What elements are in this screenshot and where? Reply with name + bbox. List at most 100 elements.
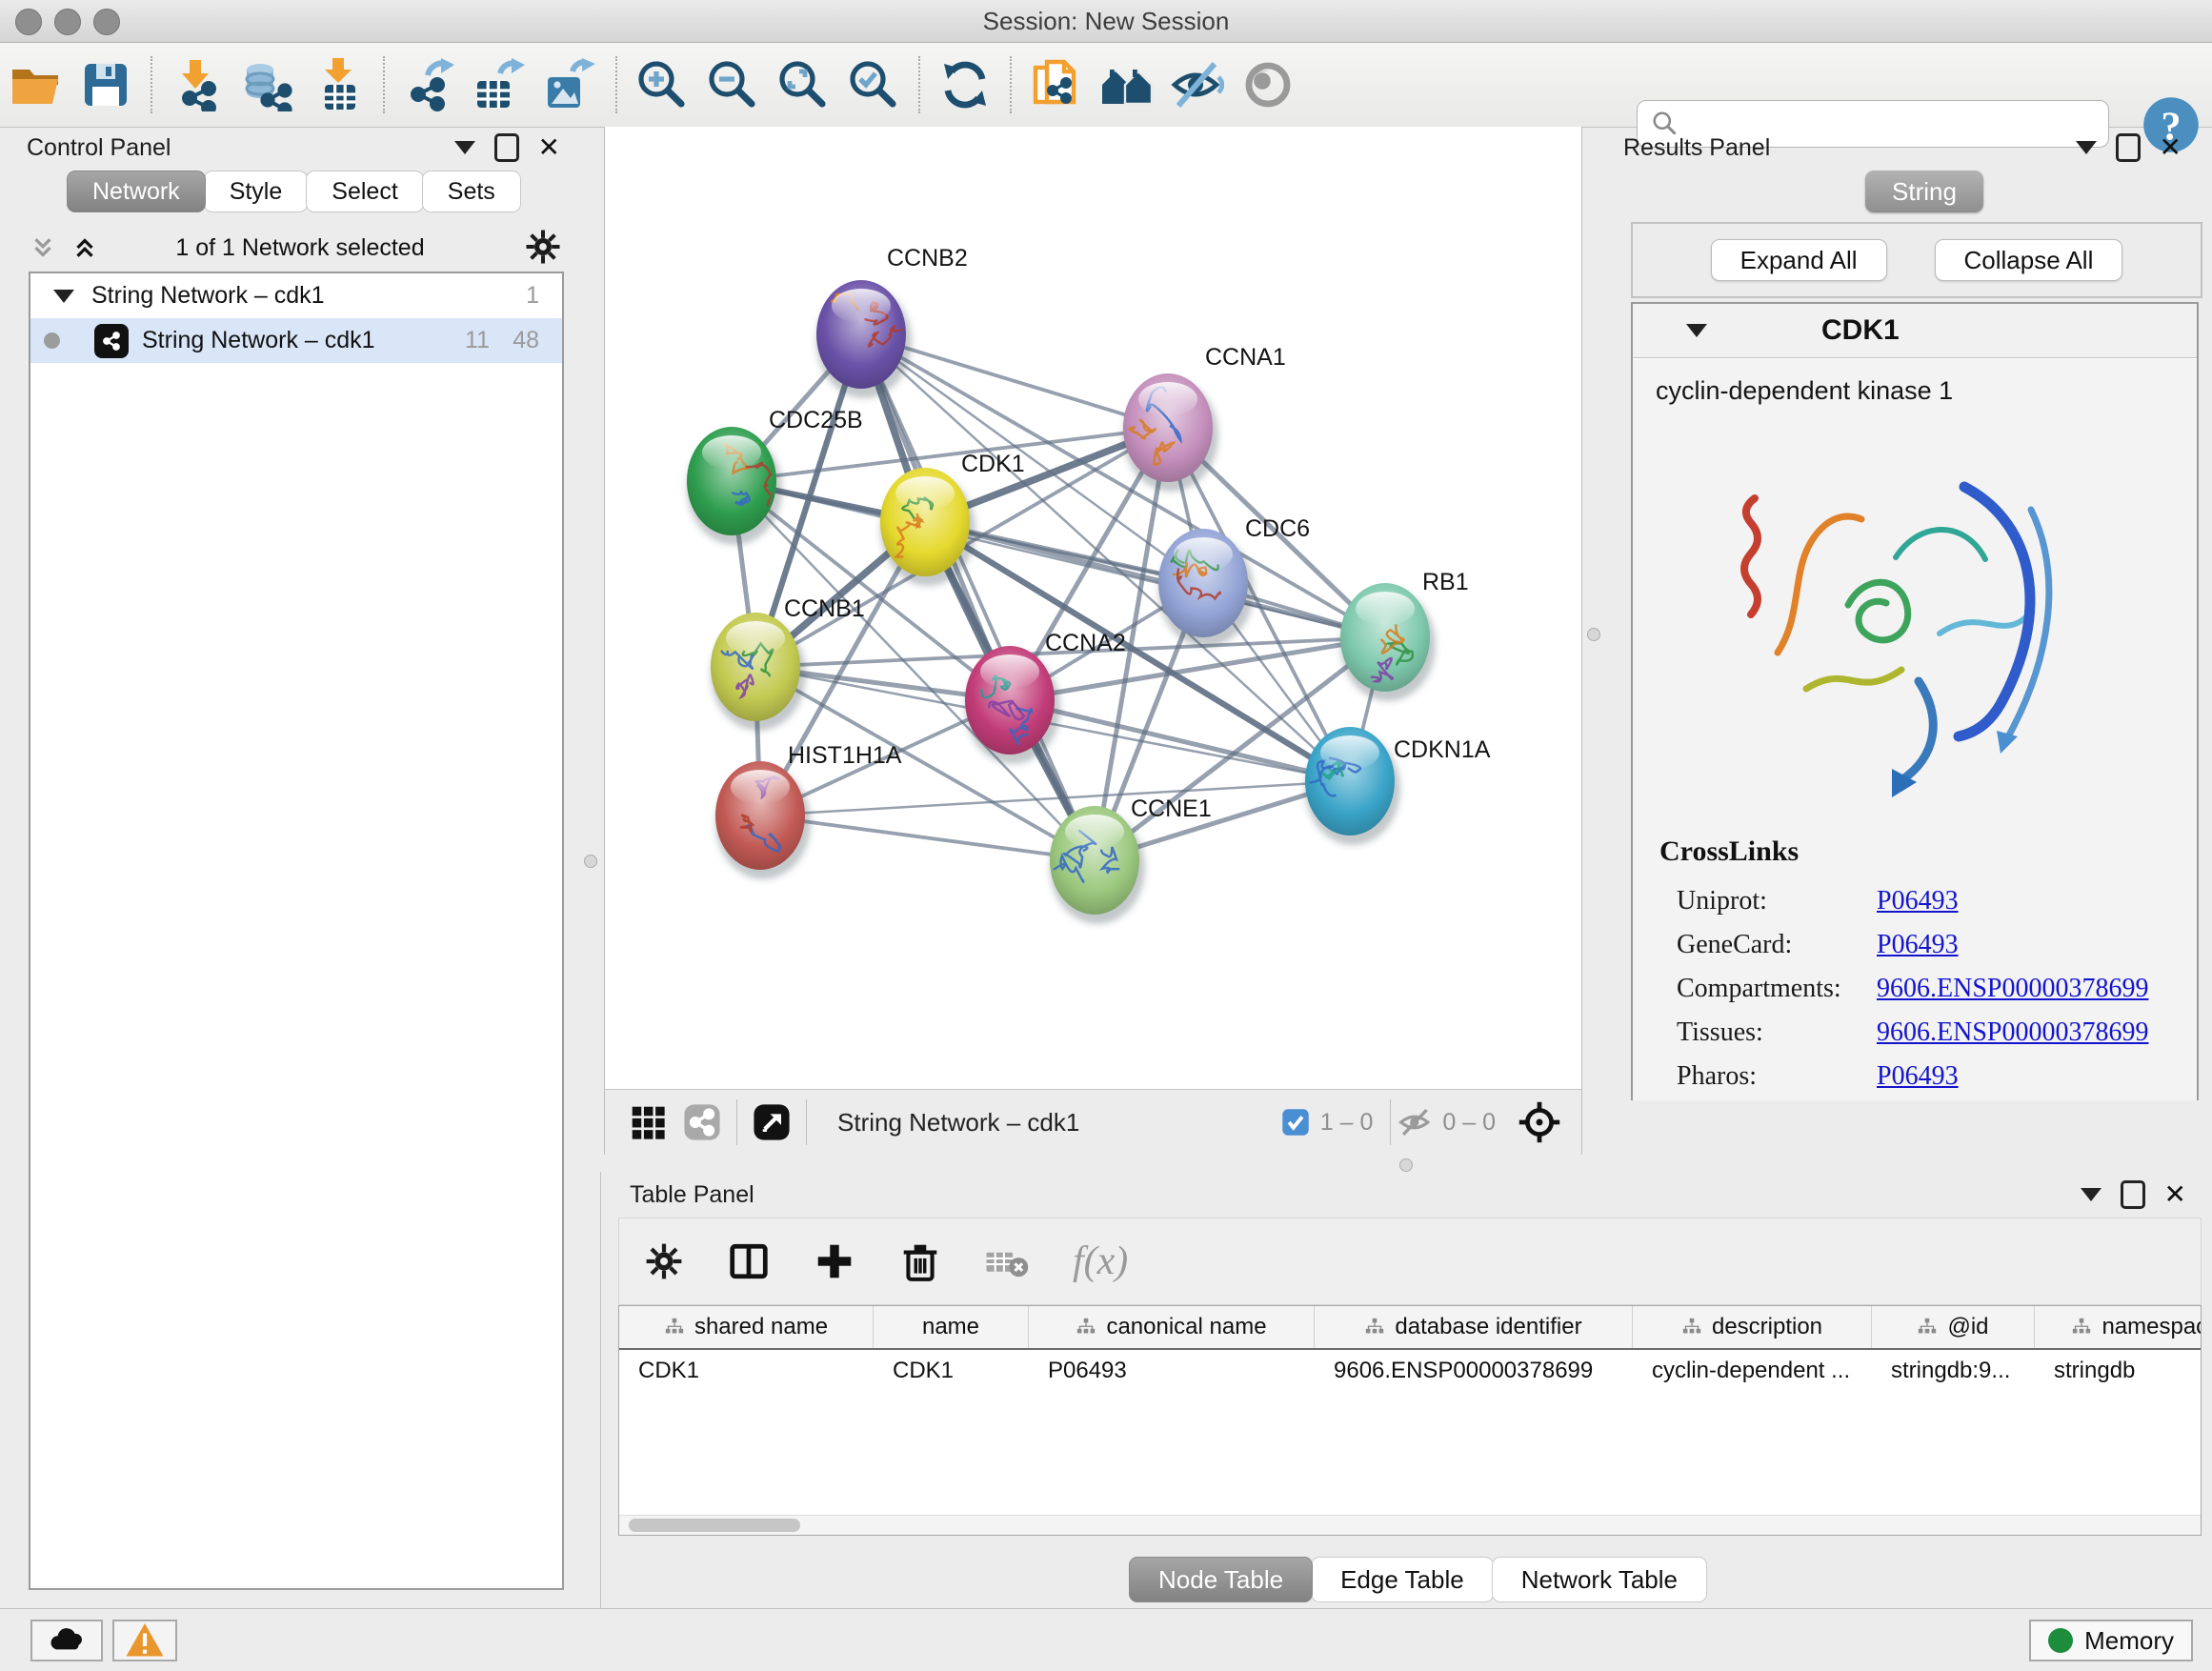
table-cell[interactable]: 9606.ENSP00000378699 (1315, 1350, 1633, 1392)
table-cell[interactable]: CDK1 (619, 1350, 874, 1392)
node-section-header[interactable]: CDK1 (1633, 304, 2197, 358)
column-header-name[interactable]: name (874, 1306, 1029, 1348)
network-node-CDKN1A[interactable]: CDKN1A (1305, 727, 1491, 845)
show-columns-icon[interactable] (728, 1240, 770, 1282)
column-header-@id[interactable]: @id (1872, 1306, 2035, 1348)
tab-sets[interactable]: Sets (422, 171, 521, 212)
tab-network[interactable]: Network (67, 171, 206, 212)
table-settings-gear-icon[interactable] (644, 1241, 684, 1281)
network-node-CCNA1[interactable]: CCNA1 (1123, 344, 1286, 492)
add-column-icon[interactable] (814, 1240, 855, 1282)
table-row[interactable]: CDK1CDK1P064939606.ENSP00000378699cyclin… (619, 1350, 2202, 1392)
first-neighbors-icon[interactable] (1092, 51, 1162, 118)
close-panel-icon[interactable]: ✕ (2160, 134, 2182, 161)
expand-all-button[interactable]: Expand All (1711, 239, 1887, 281)
network-edge (861, 334, 1095, 860)
panel-menu-icon[interactable] (2076, 141, 2097, 154)
crosslinks-list: Uniprot:P06493GeneCard:P06493Compartment… (1677, 879, 2172, 1098)
protein-structure-image (1715, 433, 2096, 815)
hide-selected-icon[interactable] (1162, 51, 1233, 118)
scrollbar-thumb[interactable] (629, 1519, 800, 1532)
table-cell[interactable]: cyclin-dependent ... (1633, 1350, 1872, 1392)
tab-edge-table[interactable]: Edge Table (1311, 1557, 1494, 1602)
crosslink-link[interactable]: 9606.ENSP00000378699 (1877, 974, 2148, 1004)
cloud-status-button[interactable] (30, 1620, 103, 1661)
show-all-icon[interactable] (1233, 51, 1303, 118)
column-header-label: description (1712, 1314, 1822, 1340)
column-header-description[interactable]: description (1633, 1306, 1872, 1348)
panel-menu-icon[interactable] (454, 141, 475, 154)
memory-label: Memory (2084, 1626, 2174, 1656)
close-panel-icon[interactable]: ✕ (2164, 1181, 2186, 1208)
network-row[interactable]: String Network – cdk1 11 48 (30, 318, 562, 363)
float-panel-icon[interactable] (2121, 1180, 2145, 1209)
selected-counts: 1 – 0 (1320, 1109, 1374, 1137)
network-collection-row[interactable]: String Network – cdk1 1 (30, 273, 562, 318)
section-expander-icon[interactable] (1686, 324, 1707, 337)
memory-button[interactable]: Memory (2029, 1620, 2193, 1661)
import-table-icon[interactable] (303, 51, 373, 118)
clone-network-icon[interactable] (1021, 51, 1092, 118)
save-session-icon[interactable] (70, 51, 141, 118)
close-panel-icon[interactable]: ✕ (538, 134, 560, 161)
delete-table-icon[interactable] (985, 1239, 1029, 1283)
gear-icon[interactable] (524, 228, 562, 266)
crosslink-link[interactable]: P06493 (1877, 1061, 1959, 1092)
column-header-canonical-name[interactable]: canonical name (1029, 1306, 1315, 1348)
tab-network-table[interactable]: Network Table (1492, 1557, 1707, 1602)
table-cell[interactable]: stringdb:9... (1872, 1350, 2035, 1392)
import-network-database-icon[interactable] (232, 51, 303, 118)
tab-style[interactable]: Style (204, 171, 309, 212)
network-canvas[interactable]: CCNB2CCNA1CDC25BCDK1CDC6RB1CCNB1CCNA2CDK… (605, 127, 1581, 1090)
open-in-new-icon[interactable] (753, 1103, 791, 1141)
export-image-icon[interactable] (535, 51, 606, 118)
collection-expander-icon[interactable] (53, 290, 74, 303)
tab-string[interactable]: String (1865, 171, 1983, 212)
open-file-icon[interactable] (0, 51, 70, 118)
network-node-CDC25B[interactable]: CDC25B (687, 407, 863, 545)
network-share-icon[interactable] (683, 1103, 721, 1141)
status-bar: Memory (0, 1608, 2212, 1671)
zoom-in-icon[interactable] (627, 51, 697, 118)
network-node-CDK1[interactable]: CDK1 (880, 451, 1025, 586)
float-panel-icon[interactable] (2116, 133, 2141, 162)
network-node-HIST1H1A[interactable]: HIST1H1A (715, 742, 902, 879)
panel-menu-icon[interactable] (2081, 1188, 2101, 1201)
crosshair-icon[interactable] (1518, 1101, 1560, 1143)
tab-select[interactable]: Select (306, 171, 423, 212)
network-node-CCNB2[interactable]: CCNB2 (816, 245, 968, 398)
selection-status: 1 of 1 Network selected (0, 234, 600, 262)
column-header-database-identifier[interactable]: database identifier (1315, 1306, 1633, 1348)
crosslink-link[interactable]: P06493 (1877, 886, 1959, 916)
bottom-splitter-handle[interactable] (1399, 1158, 1413, 1172)
delete-column-icon[interactable] (899, 1240, 941, 1282)
column-header-shared-name[interactable]: shared name (619, 1306, 874, 1348)
import-network-file-icon[interactable] (162, 51, 232, 118)
function-builder-icon[interactable]: f(x) (1073, 1238, 1128, 1284)
table-cell[interactable]: CDK1 (874, 1350, 1029, 1392)
network-node-RB1[interactable]: RB1 (1340, 569, 1469, 701)
table-cell[interactable]: P06493 (1029, 1350, 1315, 1392)
apply-layout-icon[interactable] (930, 51, 1000, 118)
left-splitter-handle[interactable] (584, 855, 597, 868)
crosslink-link[interactable]: 9606.ENSP00000378699 (1877, 1017, 2148, 1048)
float-panel-icon[interactable] (494, 133, 519, 162)
network-node-CCNE1[interactable]: CCNE1 (1038, 795, 1212, 924)
hidden-eye-icon[interactable] (1398, 1105, 1433, 1139)
network-view[interactable]: CCNB2CCNA1CDC25BCDK1CDC6RB1CCNB1CCNA2CDK… (604, 127, 1582, 1155)
edge-count: 48 (513, 327, 539, 354)
tab-node-table[interactable]: Node Table (1129, 1557, 1313, 1602)
export-table-icon[interactable] (465, 51, 535, 118)
collapse-all-button[interactable]: Collapse All (1935, 239, 2123, 281)
selected-checkbox[interactable] (1280, 1107, 1311, 1137)
column-header-namespace[interactable]: namespace (2035, 1306, 2202, 1348)
zoom-selected-icon[interactable] (838, 51, 909, 118)
horizontal-scrollbar[interactable] (619, 1515, 2201, 1535)
birds-eye-view-icon[interactable] (630, 1104, 666, 1140)
zoom-fit-icon[interactable] (768, 51, 838, 118)
crosslink-link[interactable]: P06493 (1877, 930, 1959, 960)
export-network-icon[interactable] (394, 51, 465, 118)
zoom-out-icon[interactable] (697, 51, 768, 118)
warning-status-button[interactable] (112, 1620, 177, 1661)
table-cell[interactable]: stringdb (2035, 1350, 2202, 1392)
